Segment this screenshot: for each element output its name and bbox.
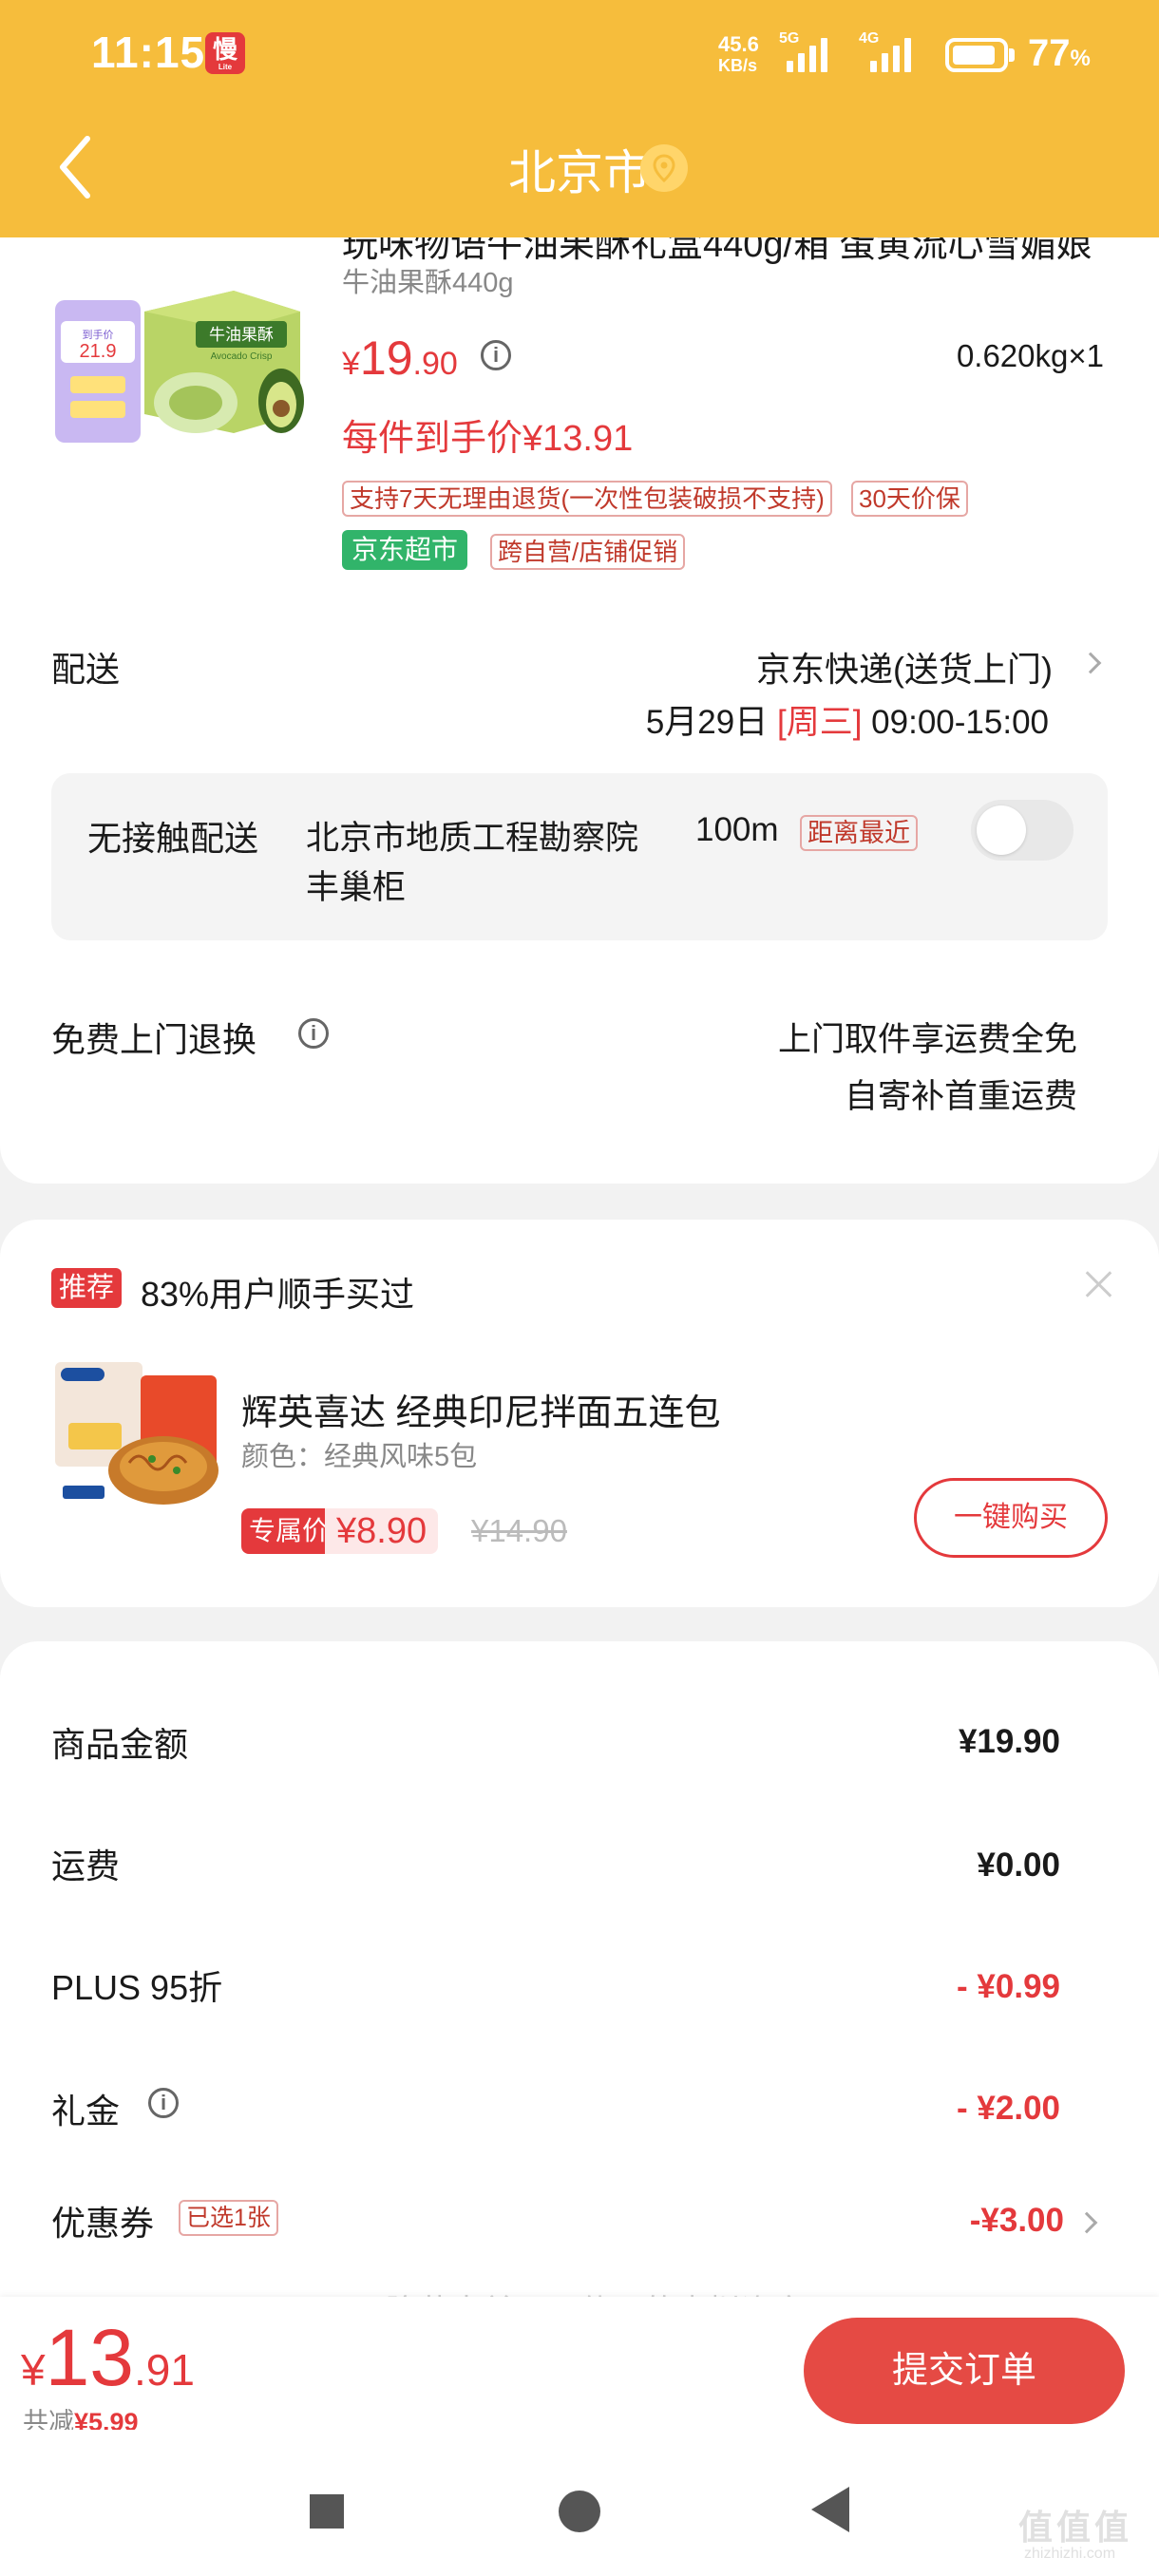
recents-nav-icon[interactable] xyxy=(310,2494,344,2529)
battery-cap xyxy=(1009,48,1015,62)
badge-label-text: 到手价 xyxy=(83,328,114,341)
promo-tag: 跨自营/店铺促销 xyxy=(490,534,686,570)
total-price: ¥13.91 xyxy=(21,2313,195,2402)
signal-5g-icon xyxy=(787,36,827,72)
recommend-badge: 推荐 xyxy=(51,1268,123,1308)
badge-price-text: 21.9 xyxy=(80,341,117,362)
home-nav-icon[interactable] xyxy=(559,2491,600,2532)
exclusive-price: ¥8.90 xyxy=(325,1508,439,1554)
watermark-logo: 值值值 xyxy=(1018,2508,1133,2547)
signal-4g-icon xyxy=(870,36,911,72)
delivery-time[interactable]: 5月29日 [周三] 09:00-15:00 xyxy=(646,695,1049,744)
plus-discount-label: PLUS 95折 xyxy=(51,1968,223,2007)
delivery-method[interactable]: 京东快递(送货上门) xyxy=(756,642,1053,691)
locker-label: 丰巢柜 xyxy=(306,869,407,906)
page-title[interactable]: 北京市 xyxy=(0,135,1159,203)
contactless-toggle[interactable] xyxy=(971,800,1074,861)
coupon-label[interactable]: 优惠券 xyxy=(51,2196,154,2245)
goods-amount-value: ¥19.90 xyxy=(958,1723,1060,1760)
coupon-selected-tag: 已选1张 xyxy=(179,2200,278,2236)
price-protect-tag: 30天价保 xyxy=(851,481,968,517)
coupon-value[interactable]: -¥3.00 xyxy=(970,2202,1064,2240)
final-price-per-item: 每件到手价¥13.91 xyxy=(342,419,634,459)
box-label-text: 牛油果酥 xyxy=(209,326,274,344)
submit-order-button[interactable]: 提交订单 xyxy=(804,2318,1125,2424)
product-spec: 牛油果酥440g xyxy=(342,268,514,298)
status-time: 11:15 xyxy=(91,28,206,77)
return-info-icon[interactable]: i xyxy=(298,1018,329,1049)
back-nav-icon[interactable] xyxy=(811,2487,849,2532)
price-info-icon[interactable]: i xyxy=(481,340,511,370)
gift-value: - ¥2.00 xyxy=(957,2090,1060,2127)
recommend-item-title[interactable]: 辉英喜达 经典印尼拌面五连包 xyxy=(241,1383,721,1435)
return-line-2: 自寄补首重运费 xyxy=(844,1078,1077,1115)
battery-percent: 77% xyxy=(1028,32,1091,74)
return-line-1: 上门取件享运费全免 xyxy=(777,1021,1077,1058)
recommend-product-image[interactable] xyxy=(49,1356,222,1512)
contactless-distance: 100m xyxy=(695,811,779,848)
shipping-value: ¥0.00 xyxy=(977,1847,1060,1884)
nearest-tag: 距离最近 xyxy=(800,815,918,851)
box-sub-text: Avocado Crisp xyxy=(211,351,273,362)
recommend-text: 83%用户顺手买过 xyxy=(141,1275,415,1314)
close-icon[interactable] xyxy=(1081,1267,1115,1301)
plus-discount-value: - ¥0.99 xyxy=(957,1968,1060,2005)
contactless-label: 无接触配送 xyxy=(87,819,259,858)
net-speed: 45.6 KB/s xyxy=(718,32,759,76)
location-pin-icon[interactable] xyxy=(640,144,688,192)
jd-supermarket-tag: 京东超市 xyxy=(342,530,468,570)
recommend-item-spec: 颜色：经典风味5包 xyxy=(241,1442,478,1472)
shipping-label: 运费 xyxy=(51,1847,121,1885)
free-return-label: 免费上门退换 xyxy=(51,1020,257,1059)
header-edge xyxy=(0,218,1159,237)
slow-app-icon: 慢 Lite xyxy=(205,32,245,74)
unit-price: ¥19.90 xyxy=(342,331,458,385)
one-click-buy-button[interactable]: 一键购买 xyxy=(914,1478,1108,1558)
watermark-url: zhizhizhi.com xyxy=(1024,2546,1116,2562)
product-image[interactable]: 21.9 到手价 牛油果酥 Avocado Crisp xyxy=(53,262,308,443)
exclusive-price-label: 专属价 xyxy=(241,1508,337,1554)
return-policy-tag: 支持7天无理由退货(一次性包装破损不支持) xyxy=(342,481,832,517)
contactless-place: 北京市地质工程勘察院 xyxy=(306,820,639,857)
original-price: ¥14.90 xyxy=(471,1513,567,1548)
battery-icon xyxy=(945,38,1008,72)
gift-info-icon[interactable]: i xyxy=(148,2088,179,2118)
delivery-label: 配送 xyxy=(51,650,121,689)
gift-label: 礼金 xyxy=(51,2092,121,2131)
goods-amount-label: 商品金额 xyxy=(51,1725,189,1764)
weight-qty: 0.620kg×1 xyxy=(956,338,1104,373)
